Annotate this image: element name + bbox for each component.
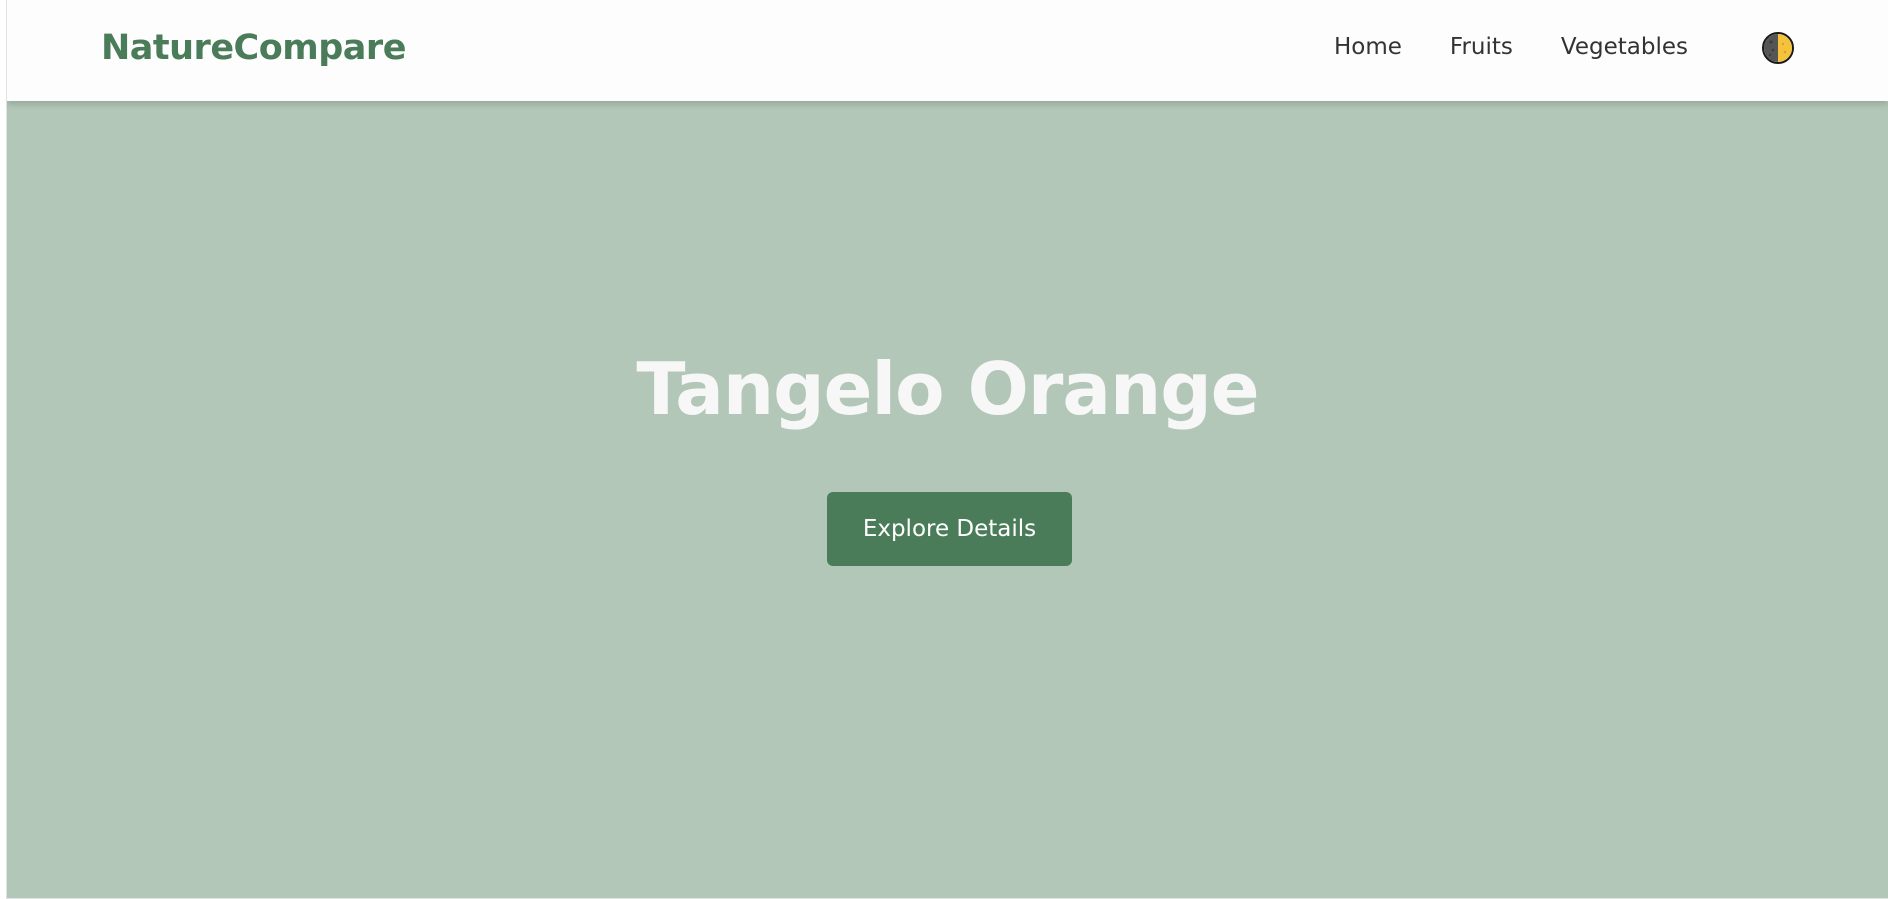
hero-title: Tangelo Orange: [636, 347, 1259, 431]
half-moon-theme-icon: [1764, 34, 1792, 62]
top-navbar: NatureCompare Home Fruits Vegetables: [7, 0, 1888, 101]
main-nav: Home Fruits Vegetables: [1334, 30, 1688, 64]
nav-link-fruits[interactable]: Fruits: [1450, 30, 1513, 64]
nav-link-vegetables[interactable]: Vegetables: [1561, 30, 1688, 64]
browser-viewport: NatureCompare Home Fruits Vegetables Tan…: [6, 0, 1888, 899]
brand-logo[interactable]: NatureCompare: [101, 26, 406, 70]
hero-section: Tangelo Orange Explore Details: [7, 101, 1888, 898]
theme-toggle-button[interactable]: [1762, 32, 1794, 64]
nav-link-home[interactable]: Home: [1334, 30, 1402, 64]
explore-details-button[interactable]: Explore Details: [827, 492, 1072, 566]
